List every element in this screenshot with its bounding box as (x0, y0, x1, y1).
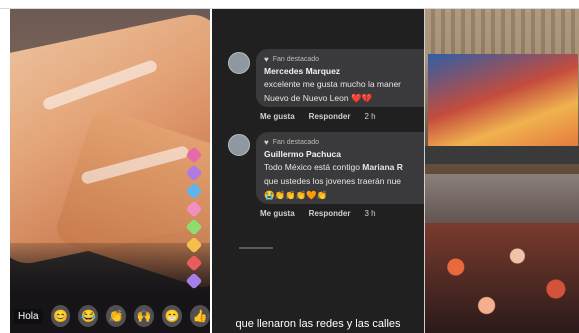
comment-actions: Me gusta Responder 2 h (260, 112, 376, 121)
video-frame: Hola 😊 😂 👏 🙌 😁 👍 ♥ Fan destacado Mercede… (0, 0, 579, 333)
avatar[interactable] (228, 134, 250, 156)
fan-badge: ♥ Fan destacado (264, 138, 416, 147)
comment-text-part: Todo México está contigo (264, 162, 363, 172)
heart-icon (185, 182, 203, 200)
avatar[interactable] (228, 52, 250, 74)
heart-icon (185, 164, 203, 182)
arena-screen-image (428, 54, 578, 146)
reply-button[interactable]: Responder (309, 112, 351, 121)
floating-hearts (185, 146, 204, 309)
right-video-panel (425, 9, 579, 333)
video-caption: que llenaron las redes y las calles (235, 318, 401, 330)
greeting-chip[interactable]: Hola (14, 308, 43, 324)
reaction-bar: Hola 😊 😂 👏 🙌 😁 👍 (10, 299, 210, 333)
reply-button[interactable]: Responder (309, 209, 351, 218)
comment-text: que ustedes los jovenes traerán nue (264, 176, 402, 186)
commenter-name[interactable]: Mercedes Marquez (264, 66, 416, 76)
comment-text: excelente me gusta mucho la maner (264, 79, 402, 89)
commenter-name[interactable]: Guillermo Pachuca (264, 149, 416, 159)
emoji-reaction[interactable]: 😁 (162, 305, 183, 327)
badge-icon: ♥ (264, 55, 269, 64)
heart-icon (185, 218, 203, 236)
comment-text: Todo México está contigo Mariana R (264, 161, 416, 173)
comment-bubble: ♥ Fan destacado Guillermo Pachuca Todo M… (256, 132, 424, 204)
comments-panel: ♥ Fan destacado Mercedes Marquez excelen… (212, 9, 424, 333)
emoji-reaction[interactable]: 👏 (106, 305, 127, 327)
badge-icon: ♥ (264, 138, 269, 147)
like-button[interactable]: Me gusta (260, 209, 295, 218)
panel-divider (424, 9, 425, 333)
heart-icon (185, 272, 203, 290)
heart-icon (185, 236, 203, 254)
comment-time: 2 h (364, 112, 376, 121)
top-border (0, 0, 579, 9)
comment-mention[interactable]: Mariana R (362, 162, 403, 172)
fan-badge: ♥ Fan destacado (264, 55, 416, 64)
fan-badge-label: Fan destacado (272, 56, 320, 63)
heart-icon (185, 200, 203, 218)
comment-actions: Me gusta Responder 3 h (260, 209, 376, 218)
comment-text: Nuevo de Nuevo Leon ❤️💔 (264, 93, 373, 103)
heart-icon (185, 254, 203, 272)
fan-badge-label: Fan destacado (272, 139, 320, 146)
comment-bubble: ♥ Fan destacado Mercedes Marquez excelen… (256, 49, 424, 107)
arena-truss-image (425, 146, 579, 164)
emoji-reaction[interactable]: 😊 (50, 305, 71, 327)
emoji-reaction[interactable]: 😂 (78, 305, 99, 327)
divider (239, 247, 273, 249)
crowd-image (425, 223, 579, 333)
comment-emojis: 😭👏👏👏🧡👏 (264, 190, 328, 200)
heart-icon (185, 146, 203, 164)
emoji-reaction[interactable]: 🙌 (134, 305, 155, 327)
arena-ceiling-image (425, 9, 579, 55)
left-video-panel: Hola 😊 😂 👏 🙌 😁 👍 (10, 9, 210, 333)
emoji-reaction[interactable]: 👍 (190, 305, 210, 327)
comment-time: 3 h (364, 209, 376, 218)
like-button[interactable]: Me gusta (260, 112, 295, 121)
